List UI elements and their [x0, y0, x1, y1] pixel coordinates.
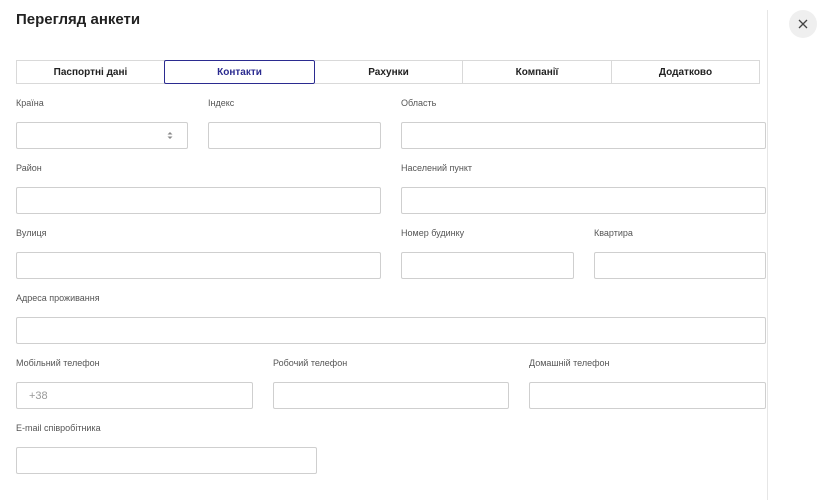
- work-phone-label: Робочий телефон: [273, 358, 348, 368]
- panel-divider: [767, 10, 768, 500]
- tab-passport[interactable]: Паспортні дані: [16, 60, 165, 84]
- tab-additional[interactable]: Додатково: [612, 60, 760, 84]
- work-phone-field[interactable]: [273, 382, 509, 409]
- mobile-field[interactable]: +38: [16, 382, 253, 409]
- street-label: Вулиця: [16, 228, 47, 238]
- email-field[interactable]: [16, 447, 317, 474]
- street-field[interactable]: [16, 252, 381, 279]
- address-label: Адреса проживання: [16, 293, 100, 303]
- region-label: Область: [401, 98, 437, 108]
- address-field[interactable]: [16, 317, 766, 344]
- region-field[interactable]: [401, 122, 766, 149]
- index-label: Індекс: [208, 98, 235, 108]
- house-label: Номер будинку: [401, 228, 465, 238]
- district-label: Район: [16, 163, 42, 173]
- apartment-field[interactable]: [594, 252, 766, 279]
- settlement-label: Населений пункт: [401, 163, 472, 173]
- page-title: Перегляд анкети: [16, 11, 141, 28]
- settlement-field[interactable]: [401, 187, 766, 214]
- close-button[interactable]: [789, 10, 817, 38]
- tab-accounts[interactable]: Рахунки: [315, 60, 463, 84]
- select-arrows-icon: [167, 132, 173, 139]
- country-label: Країна: [16, 98, 44, 108]
- email-label: E-mail співробітника: [16, 423, 101, 433]
- tab-contacts[interactable]: Контакти: [164, 60, 315, 84]
- apartment-label: Квартира: [594, 228, 633, 238]
- house-field[interactable]: [401, 252, 574, 279]
- tab-bar: Паспортні дані Контакти Рахунки Компанії…: [16, 60, 760, 84]
- tab-companies[interactable]: Компанії: [463, 60, 612, 84]
- district-field[interactable]: [16, 187, 381, 214]
- mobile-label: Мобільний телефон: [16, 358, 100, 368]
- index-field[interactable]: [208, 122, 381, 149]
- close-icon: [798, 19, 808, 29]
- home-phone-field[interactable]: [529, 382, 766, 409]
- country-select[interactable]: [16, 122, 188, 149]
- home-phone-label: Домашній телефон: [529, 358, 610, 368]
